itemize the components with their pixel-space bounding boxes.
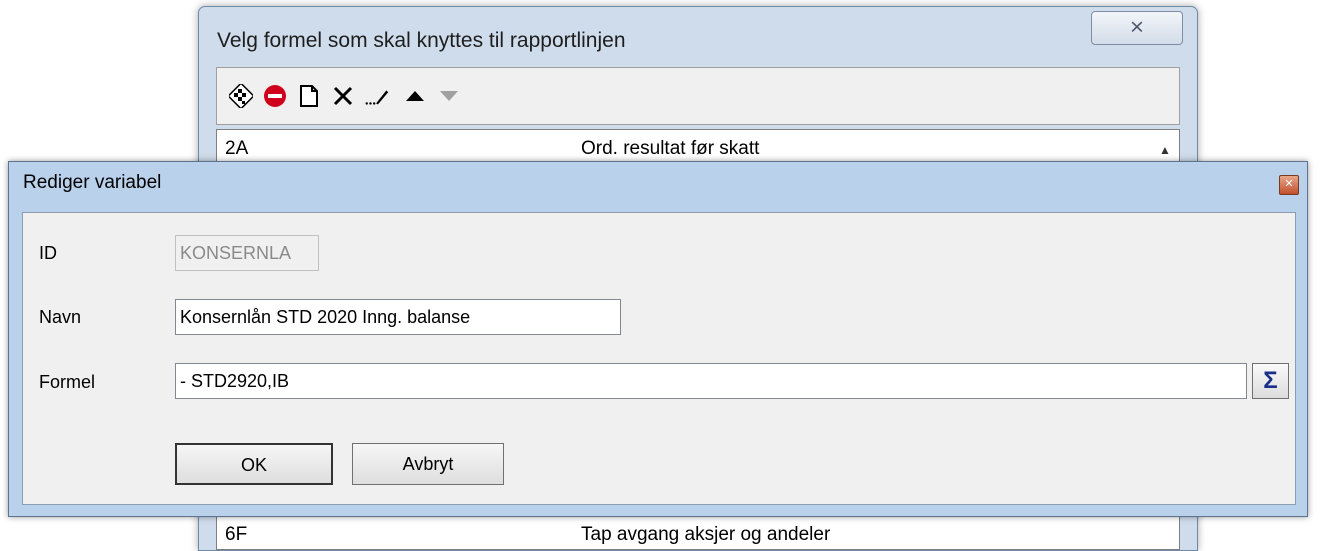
id-label: ID [39,243,57,263]
formula-label: Formel [39,372,96,392]
toolbar [216,67,1180,125]
dialog-title: Rediger variabel [23,172,162,193]
dialog-title: Velg formel som skal knyttes til rapport… [217,29,626,52]
list-item-code: 6F [225,524,248,545]
close-button[interactable]: ⨯ [1091,11,1183,45]
checkered-flag-icon[interactable] [227,82,255,110]
edit-pencil-icon[interactable] [363,82,391,110]
move-down-icon [435,82,463,110]
list-item-desc: Tap avgang aksjer og andeler [581,524,831,545]
list-item-desc: Ord. resultat før skatt [581,138,760,159]
dialog-body: ID KONSERNLA Navn Konsernlån STD 2020 In… [22,212,1296,505]
formula-builder-button[interactable]: Σ [1252,363,1289,399]
edit-variable-dialog: Rediger variabel ✕ ID KONSERNLA Navn Kon… [8,161,1308,517]
cancel-button[interactable]: Avbryt [352,443,504,485]
close-icon[interactable]: ✕ [1279,175,1299,195]
name-field[interactable]: Konsernlån STD 2020 Inng. balanse [175,299,621,335]
list-item[interactable]: 2A Ord. resultat før skatt [225,138,759,160]
move-up-icon[interactable] [401,82,429,110]
delete-icon[interactable] [329,82,357,110]
id-field: KONSERNLA [175,235,319,271]
sigma-icon: Σ [1263,367,1278,394]
list-item[interactable]: 6F Tap avgang aksjer og andeler [225,524,830,546]
new-document-icon[interactable] [295,82,323,110]
list-item-code: 2A [225,138,249,159]
ok-button[interactable]: OK [175,443,333,485]
scroll-up-arrow-icon[interactable]: ▲ [1155,140,1175,160]
formula-field[interactable]: - STD2920,IB [175,363,1247,399]
title-bar[interactable]: Rediger variabel ✕ [9,162,1307,204]
name-label: Navn [39,307,82,327]
stop-icon[interactable] [261,82,289,110]
